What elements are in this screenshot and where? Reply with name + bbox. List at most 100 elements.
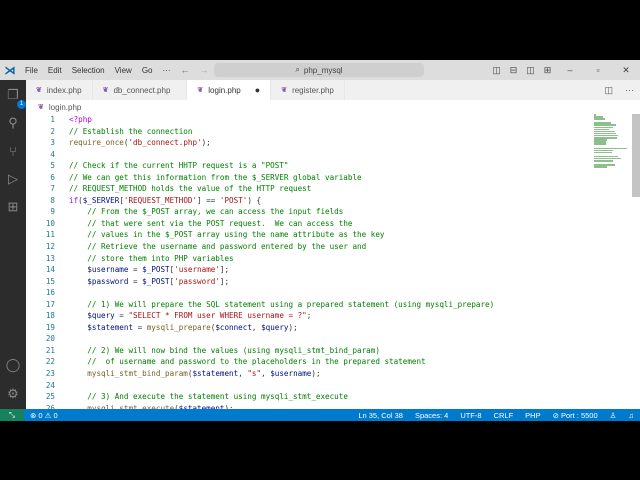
- code-line[interactable]: 12 // Retrieve the username and password…: [26, 241, 594, 253]
- tab-index-php[interactable]: ❦ index.php: [26, 80, 93, 100]
- cursor-position[interactable]: Ln 35, Col 38: [352, 411, 409, 420]
- search-icon[interactable]: ⚲: [4, 114, 22, 132]
- encoding[interactable]: UTF-8: [454, 411, 487, 420]
- language-mode[interactable]: PHP: [519, 411, 546, 420]
- code-token: $connect: [215, 322, 252, 332]
- code-token: if: [69, 195, 79, 205]
- toggle-secondary-sidebar-icon[interactable]: ◫: [522, 65, 539, 76]
- code-token: // REQUEST_METHOD holds the value of the…: [69, 184, 312, 194]
- code-line[interactable]: 16: [26, 287, 594, 299]
- code-line[interactable]: 10 // that were sent via the POST reques…: [26, 218, 594, 230]
- explorer-icon[interactable]: ❐ 1: [4, 86, 26, 109]
- end-of-line[interactable]: CRLF: [488, 411, 520, 420]
- code-line[interactable]: 18 $query = "SELECT * FROM user WHERE us…: [26, 310, 594, 322]
- extensions-icon[interactable]: ⊞: [4, 198, 22, 216]
- line-content: // 1) We will prepare the SQL statement …: [69, 299, 494, 311]
- code-token: $statement: [87, 322, 134, 332]
- code-line[interactable]: 23 mysqli_stmt_bind_param($statement, "s…: [26, 368, 594, 380]
- notifications-bell-icon[interactable]: ♫: [622, 411, 640, 420]
- code-line[interactable]: 22 // of username and password to the pl…: [26, 356, 594, 368]
- code-line[interactable]: 7 // REQUEST_METHOD holds the value of th…: [26, 183, 594, 195]
- toggle-sidebar-icon[interactable]: ◫: [488, 65, 505, 76]
- code-token: $username: [87, 265, 129, 275]
- problems-indicator[interactable]: ⊗ 0 ⚠ 0: [24, 411, 64, 420]
- code-token: $query: [87, 311, 115, 321]
- code-line[interactable]: 5 // Check if the current HHTP request is…: [26, 160, 594, 172]
- code-line[interactable]: 9 // From the $_POST array, we can acces…: [26, 206, 594, 218]
- code-line[interactable]: 15 $password = $_POST['password'];: [26, 276, 594, 288]
- customize-layout-icon[interactable]: ⊞: [539, 65, 556, 76]
- menu-more[interactable]: ···: [157, 66, 175, 75]
- minimap[interactable]: [594, 114, 630, 174]
- minimize-button[interactable]: –: [556, 65, 584, 75]
- explorer-badge: 1: [17, 100, 26, 109]
- menu-file[interactable]: File: [20, 66, 43, 75]
- code-line[interactable]: 24: [26, 380, 594, 392]
- code-line[interactable]: 14 $username = $_POST['username'];: [26, 264, 594, 276]
- more-actions-icon[interactable]: ···: [619, 85, 640, 95]
- forward-arrow-icon[interactable]: →: [194, 65, 213, 75]
- code-line[interactable]: 11 // values in the $_POST array using t…: [26, 229, 594, 241]
- accounts-status-icon[interactable]: ♙: [604, 411, 623, 420]
- remote-indicator-icon[interactable]: ⤡: [0, 409, 24, 421]
- line-content: require_once('db_connect.php');: [69, 137, 211, 149]
- breadcrumb-file: login.php: [48, 102, 82, 112]
- minimap-line: [594, 160, 614, 162]
- code-token: $_POST: [142, 265, 170, 275]
- code-token: // 1) We will prepare the SQL statement …: [87, 299, 495, 309]
- code-line[interactable]: 13 // store them into PHP variables: [26, 253, 594, 265]
- code-token: // Establish the connection: [69, 126, 193, 136]
- code-line[interactable]: 17 // 1) We will prepare the SQL stateme…: [26, 299, 594, 311]
- menu-view[interactable]: View: [110, 66, 137, 75]
- command-center-search[interactable]: ⌕ php_mysql: [214, 63, 424, 77]
- code-line[interactable]: 8 if($_SERVER['REQUEST_METHOD'] == 'POST'…: [26, 195, 594, 207]
- line-number: 19: [45, 322, 55, 332]
- line-content: // values in the $_POST array using the …: [69, 229, 384, 241]
- line-content: if($_SERVER['REQUEST_METHOD'] == 'POST')…: [69, 195, 261, 207]
- line-content: // of username and password to the place…: [69, 356, 425, 368]
- settings-gear-icon[interactable]: ⚙: [4, 385, 22, 403]
- code-token: $_POST: [142, 276, 170, 286]
- menu-edit[interactable]: Edit: [43, 66, 67, 75]
- source-control-icon[interactable]: ⑂: [4, 142, 22, 160]
- code-line[interactable]: 20: [26, 333, 594, 345]
- code-line[interactable]: 19 $statement = mysqli_prepare($connect,…: [26, 322, 594, 334]
- code-line[interactable]: 25 // 3) And execute the statement using…: [26, 391, 594, 403]
- code-line[interactable]: 2 // Establish the connection: [26, 126, 594, 138]
- breadcrumb[interactable]: ❦ login.php: [38, 100, 81, 114]
- tab-login-php[interactable]: ❦ login.php ●: [187, 80, 272, 100]
- minimap-line: [594, 166, 607, 168]
- split-editor-icon[interactable]: ◫: [598, 85, 619, 96]
- editor-tabs: ❦ index.php ❦ db_connect.php ❦ login.php ● ❦…: [26, 80, 640, 100]
- toggle-panel-icon[interactable]: ⊟: [505, 65, 522, 76]
- accounts-icon[interactable]: ◯: [4, 356, 22, 374]
- scrollbar-thumb[interactable]: [632, 114, 640, 197]
- indentation[interactable]: Spaces: 4: [409, 411, 454, 420]
- code-editor[interactable]: 1 <?php 2 // Establish the connection 3 requi…: [26, 114, 594, 409]
- php-file-icon: ❦: [36, 87, 42, 94]
- unsaved-dot-icon[interactable]: ●: [255, 85, 260, 95]
- code-line[interactable]: 3 require_once('db_connect.php');: [26, 137, 594, 149]
- code-line[interactable]: 21 // 2) We will now bind the values (us…: [26, 345, 594, 357]
- line-content: // From the $_POST array, we can access …: [69, 206, 343, 218]
- close-button[interactable]: ✕: [612, 65, 640, 76]
- menu-go[interactable]: Go: [137, 66, 158, 75]
- tab-register-php[interactable]: ❦ register.php: [271, 80, 345, 100]
- code-line[interactable]: 6 // We can get this information from the…: [26, 172, 594, 184]
- tab-db-connect-php[interactable]: ❦ db_connect.php: [93, 80, 188, 100]
- vertical-scrollbar[interactable]: [632, 114, 640, 409]
- line-number: 11: [45, 230, 55, 240]
- maximize-button[interactable]: ▫: [584, 65, 612, 75]
- line-number: 10: [45, 218, 55, 228]
- code-line[interactable]: 1 <?php: [26, 114, 594, 126]
- code-token: );: [288, 322, 298, 332]
- back-arrow-icon[interactable]: ←: [175, 65, 194, 75]
- line-content: $statement = mysqli_prepare($connect, $q…: [69, 322, 298, 334]
- menu-selection[interactable]: Selection: [67, 66, 110, 75]
- live-server-port[interactable]: ⊘ Port : 5500: [547, 411, 604, 420]
- code-line[interactable]: 4: [26, 149, 594, 161]
- run-debug-icon[interactable]: ▷: [4, 170, 22, 188]
